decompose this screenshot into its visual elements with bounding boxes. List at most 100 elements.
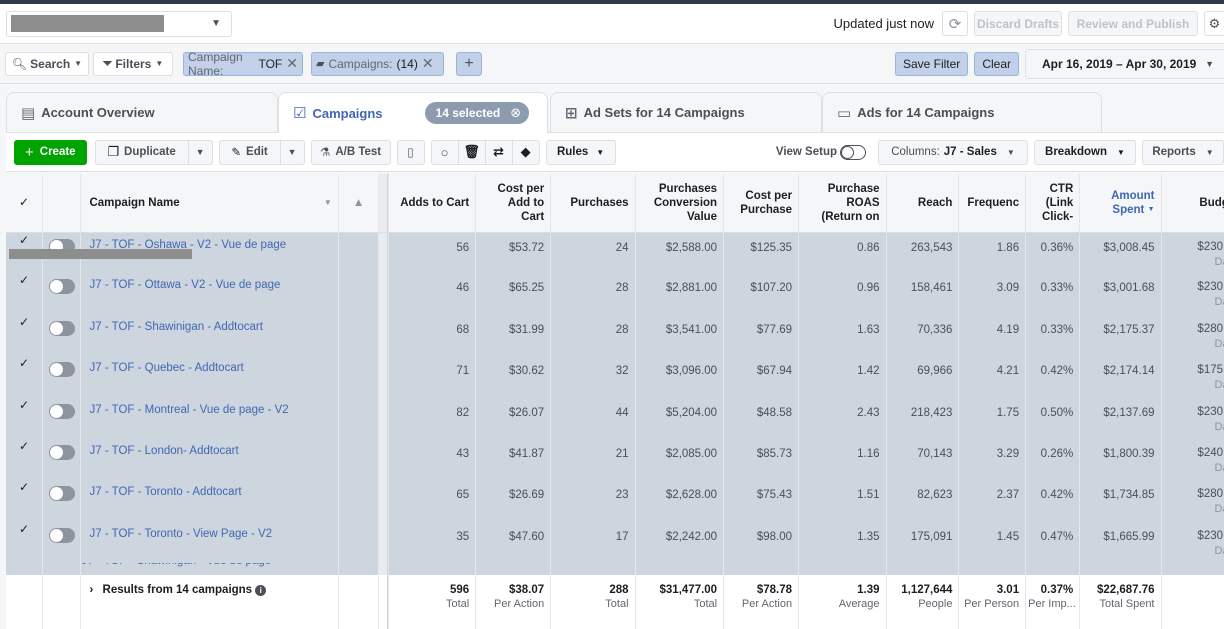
table-row[interactable]: ✓ J7 - TOF - Toronto - Addtocart 65 $26.69 2… <box>6 480 1224 522</box>
cell-budget[interactable]: $230.00 Daily <box>1161 232 1224 274</box>
rules-button[interactable]: Rules ▼ <box>545 139 616 165</box>
campaign-link[interactable]: J7 - TOF - London- Addtocart <box>89 445 238 457</box>
column-header-adds-to-cart[interactable]: Adds to Cart <box>388 174 477 233</box>
row-checkbox[interactable]: ✓ <box>6 480 43 522</box>
toggle-switch[interactable] <box>48 444 75 460</box>
filter-chip-campaigns[interactable]: ▰ Campaigns: (14) ✕ <box>311 51 444 76</box>
toggle-switch[interactable] <box>48 279 75 295</box>
cell-budget[interactable]: $230.00 Daily <box>1161 273 1224 315</box>
row-checkbox[interactable]: ✓ <box>6 356 43 398</box>
create-button[interactable]: + Create <box>14 139 87 165</box>
campaign-link[interactable]: J7 - TOF - Shawinigan - Addtocart <box>89 321 262 333</box>
column-header-frequency[interactable]: Frequenc <box>958 174 1027 233</box>
account-selector[interactable]: ▼ <box>6 10 232 37</box>
date-range-picker[interactable]: Apr 16, 2019 – Apr 30, 2019 ▼ <box>1025 48 1224 79</box>
campaign-link[interactable]: J7 - TOF - Ottawa - V2 - Vue de page <box>89 279 280 291</box>
toggle-switch[interactable] <box>48 362 75 378</box>
selection-badge[interactable]: 14 selected ⊗ <box>424 102 530 124</box>
cell-budget[interactable]: $280.00 Daily <box>1161 480 1224 522</box>
campaign-link[interactable]: J7 - TOF - Shawinigan - Vue de page <box>81 563 271 567</box>
campaign-link[interactable]: J7 - TOF - Toronto - Addtocart <box>89 486 241 498</box>
close-icon[interactable]: ✕ <box>422 55 434 72</box>
view-setup-toggle[interactable]: View Setup <box>776 144 866 160</box>
column-header-campaign-name[interactable]: Campaign Name ▼ <box>80 174 339 233</box>
add-filter-button[interactable]: + <box>456 51 482 76</box>
row-checkbox[interactable]: ✓ <box>6 438 43 481</box>
clear-filter-button[interactable]: Clear <box>974 51 1019 76</box>
cell-budget[interactable]: $175.00 Daily <box>1161 356 1224 398</box>
filters-button[interactable]: ⏷ Filters ▼ <box>93 51 173 76</box>
toggle-switch[interactable] <box>48 486 75 502</box>
tag-button[interactable]: ◆ <box>511 139 540 165</box>
chevron-right-icon[interactable]: › <box>89 584 93 596</box>
column-header-amount-spent[interactable]: Amount Spent ▼ <box>1079 174 1162 233</box>
review-publish-button[interactable]: Review and Publish <box>1068 11 1198 36</box>
campaign-status-toggle[interactable] <box>42 273 82 315</box>
row-checkbox[interactable]: ✓ <box>6 273 43 315</box>
campaign-status-toggle[interactable] <box>42 438 82 481</box>
campaign-status-toggle[interactable] <box>42 480 82 522</box>
settings-button[interactable]: ⚙ <box>1204 11 1224 36</box>
campaign-status-toggle[interactable] <box>42 314 82 357</box>
reset-button[interactable]: ○ <box>430 139 459 165</box>
column-header-purchases[interactable]: Purchases <box>550 174 636 233</box>
search-button[interactable]: 🔍︎ Search ▼ <box>5 51 89 76</box>
table-row[interactable]: ✓ J7 - TOF - Ottawa - V2 - Vue de page 46 $… <box>6 273 1224 315</box>
cell-budget[interactable]: $240.00 Daily <box>1161 438 1224 481</box>
row-checkbox[interactable]: ✓ <box>6 521 43 564</box>
campaign-link[interactable]: J7 - TOF - Montreal - Vue de page - V2 <box>89 404 288 416</box>
tab-campaigns[interactable]: ☑ Campaigns 14 selected ⊗ <box>278 92 548 133</box>
table-row[interactable]: ✓ J7 - TOF - Quebec - Addtocart 71 $30.62 32… <box>6 356 1224 398</box>
table-row-partial[interactable]: J7 - TOF - Shawinigan - Vue de page <box>6 563 1224 576</box>
clear-selection-icon[interactable]: ⊗ <box>510 105 521 121</box>
results-summary-label[interactable]: › Results from 14 campaigns i <box>80 575 339 629</box>
tab-ad-sets[interactable]: ⊞ Ad Sets for 14 Campaigns <box>550 92 822 132</box>
column-header-cost-per-add-to-cart[interactable]: Cost per Add to Cart <box>475 174 552 233</box>
cell-budget[interactable]: $280.00 Daily <box>1161 314 1224 357</box>
info-icon[interactable]: i <box>255 585 267 597</box>
edit-dropdown[interactable]: ▼ <box>280 139 305 165</box>
campaign-status-toggle[interactable] <box>42 521 82 564</box>
table-row[interactable]: ✓ J7 - TOF - Toronto - View Page - V2 35 $4… <box>6 521 1224 564</box>
row-checkbox[interactable]: ✓ <box>6 397 43 439</box>
sort-caret-icon[interactable]: ▼ <box>324 196 332 210</box>
select-all-checkbox[interactable]: ✓ <box>6 174 43 233</box>
column-header-budget[interactable]: Budget <box>1161 174 1224 233</box>
cell-budget[interactable]: $230.00 Daily <box>1161 397 1224 439</box>
column-header-cost-per-purchase[interactable]: Cost per Purchase <box>723 174 800 233</box>
export-button[interactable]: ⇄ <box>484 139 513 165</box>
close-icon[interactable]: ✕ <box>286 55 298 72</box>
duplicate-dropdown[interactable]: ▼ <box>188 139 213 165</box>
tab-ads[interactable]: ▭ Ads for 14 Campaigns <box>822 92 1102 132</box>
ab-test-button[interactable]: ⚗ A/B Test <box>310 139 391 165</box>
frozen-column-divider[interactable] <box>378 174 388 233</box>
edit-button[interactable]: ✎ Edit <box>218 139 281 165</box>
column-header-reach[interactable]: Reach <box>886 174 960 233</box>
reports-button[interactable]: Reports ▼ <box>1142 139 1224 165</box>
campaign-link[interactable]: J7 - TOF - Quebec - Addtocart <box>89 362 243 374</box>
clipboard-button[interactable]: ▯ <box>396 139 425 165</box>
campaign-status-toggle[interactable] <box>42 397 82 439</box>
cell-budget[interactable]: $230.00 Daily <box>1161 521 1224 564</box>
breakdown-button[interactable]: Breakdown ▼ <box>1034 139 1136 165</box>
discard-drafts-button[interactable]: Discard Drafts <box>974 11 1062 36</box>
tab-account-overview[interactable]: ▤ Account Overview <box>6 92 278 132</box>
toggle-switch[interactable] <box>840 144 866 160</box>
campaign-link[interactable]: J7 - TOF - Toronto - View Page - V2 <box>89 528 272 540</box>
row-checkbox[interactable]: ✓ <box>6 314 43 357</box>
refresh-button[interactable]: ⟳ <box>942 11 968 36</box>
column-header-conversion-value[interactable]: Purchases Conversion Value <box>635 174 725 233</box>
toggle-switch[interactable] <box>48 320 75 336</box>
delete-button[interactable]: 🗑︎ <box>457 139 486 165</box>
column-header-roas[interactable]: Purchase ROAS (Return on <box>798 174 887 233</box>
table-row[interactable]: ✓ J7 - TOF - Shawinigan - Addtocart 68 $31.… <box>6 314 1224 357</box>
table-row[interactable]: ✓ J7 - TOF - London- Addtocart 43 $41.87 21 $… <box>6 438 1224 481</box>
save-filter-button[interactable]: Save Filter <box>894 51 969 76</box>
filter-chip-campaign-name[interactable]: Campaign Name: TOF ✕ <box>183 50 303 78</box>
toggle-switch[interactable] <box>48 403 75 419</box>
campaign-status-toggle[interactable] <box>42 356 82 398</box>
duplicate-button[interactable]: ❐ Duplicate <box>94 139 189 165</box>
table-row[interactable]: ✓ J7 - TOF - Montreal - Vue de page - V2 8… <box>6 397 1224 439</box>
toggle-switch[interactable] <box>48 527 75 543</box>
columns-button[interactable]: Columns: J7 - Sales ▼ <box>878 139 1028 165</box>
